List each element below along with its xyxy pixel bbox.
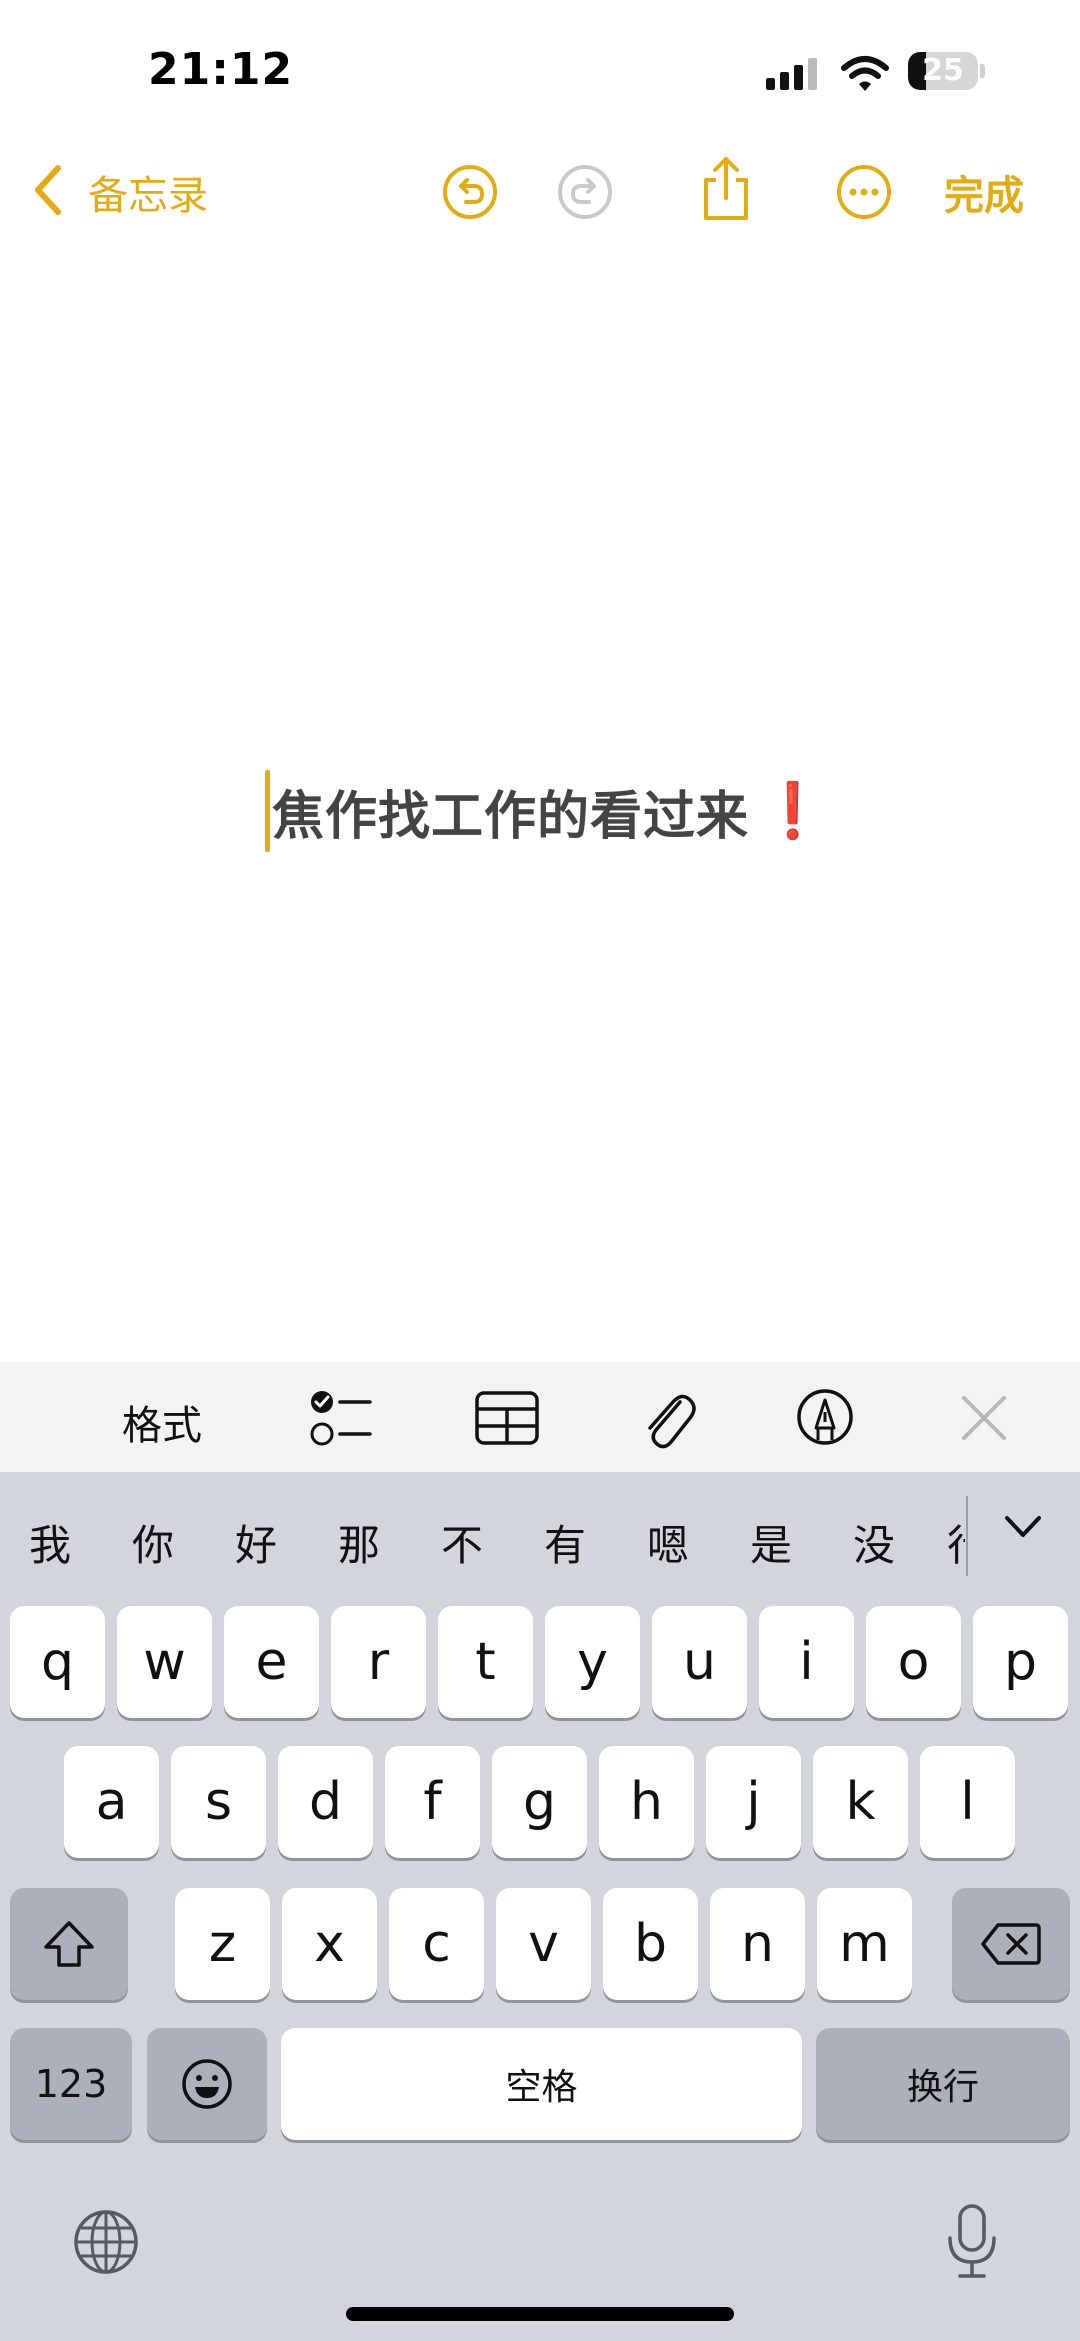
- key-g[interactable]: g: [492, 1746, 587, 1858]
- key-a[interactable]: a: [64, 1746, 159, 1858]
- key-b[interactable]: b: [603, 1888, 698, 2000]
- back-button-label[interactable]: 备忘录: [88, 163, 208, 221]
- chevron-down-icon[interactable]: [1003, 1514, 1043, 1540]
- microphone-icon[interactable]: [944, 2202, 1000, 2282]
- close-icon[interactable]: [960, 1394, 1008, 1442]
- delete-key[interactable]: [952, 1888, 1070, 2000]
- key-n[interactable]: n: [710, 1888, 805, 2000]
- exclamation-emoji: ❗: [759, 779, 827, 842]
- battery-icon: 25: [908, 52, 978, 90]
- more-icon[interactable]: [836, 164, 892, 220]
- key-h[interactable]: h: [599, 1746, 694, 1858]
- battery-level: 25: [922, 53, 964, 88]
- status-time: 21:12: [148, 44, 294, 95]
- key-j[interactable]: j: [706, 1746, 801, 1858]
- globe-icon[interactable]: [72, 2208, 140, 2276]
- shift-key[interactable]: [10, 1888, 128, 2000]
- key-x[interactable]: x: [282, 1888, 377, 2000]
- candidate-word[interactable]: 没: [844, 1512, 904, 1573]
- text-caret: [265, 770, 270, 852]
- key-e[interactable]: e: [224, 1606, 319, 1718]
- key-t[interactable]: t: [438, 1606, 533, 1718]
- candidate-word-clipped[interactable]: 行: [947, 1512, 965, 1572]
- numbers-key[interactable]: 123: [10, 2028, 132, 2140]
- wifi-icon: [841, 56, 889, 91]
- battery-cap: [980, 64, 985, 78]
- candidate-word[interactable]: 你: [123, 1512, 183, 1573]
- key-r[interactable]: r: [331, 1606, 426, 1718]
- candidate-word[interactable]: 好: [226, 1512, 286, 1573]
- paperclip-icon[interactable]: [640, 1384, 696, 1452]
- key-z[interactable]: z: [175, 1888, 270, 2000]
- key-f[interactable]: f: [385, 1746, 480, 1858]
- key-l[interactable]: l: [920, 1746, 1015, 1858]
- shift-icon: [44, 1921, 94, 1967]
- candidate-word[interactable]: 那: [329, 1512, 389, 1573]
- redo-icon[interactable]: [557, 164, 613, 220]
- return-key[interactable]: 换行: [816, 2028, 1070, 2140]
- candidate-word[interactable]: 是: [741, 1512, 801, 1573]
- key-k[interactable]: k: [813, 1746, 908, 1858]
- key-d[interactable]: d: [278, 1746, 373, 1858]
- emoji-key[interactable]: [147, 2028, 267, 2140]
- checklist-icon[interactable]: [308, 1388, 374, 1448]
- key-m[interactable]: m: [817, 1888, 912, 2000]
- undo-icon[interactable]: [442, 164, 498, 220]
- table-icon[interactable]: [474, 1390, 540, 1446]
- chevron-left-icon[interactable]: [30, 164, 64, 216]
- key-u[interactable]: u: [652, 1606, 747, 1718]
- key-o[interactable]: o: [866, 1606, 961, 1718]
- candidate-word[interactable]: 我: [20, 1512, 80, 1573]
- candidate-word[interactable]: 有: [535, 1512, 595, 1573]
- note-body[interactable]: 焦作找工作的看过来 ❗: [265, 770, 826, 852]
- key-i[interactable]: i: [759, 1606, 854, 1718]
- key-v[interactable]: v: [496, 1888, 591, 2000]
- done-button[interactable]: 完成: [944, 163, 1024, 221]
- space-key[interactable]: 空格: [281, 2028, 802, 2140]
- key-y[interactable]: y: [545, 1606, 640, 1718]
- signal-icon: [766, 58, 822, 90]
- home-indicator[interactable]: [346, 2307, 734, 2321]
- delete-icon: [981, 1923, 1041, 1965]
- key-w[interactable]: w: [117, 1606, 212, 1718]
- format-button[interactable]: 格式: [122, 1393, 202, 1451]
- candidate-word[interactable]: 不: [432, 1512, 492, 1573]
- note-text[interactable]: 焦作找工作的看过来: [272, 774, 749, 849]
- key-p[interactable]: p: [973, 1606, 1068, 1718]
- emoji-icon: [182, 2059, 232, 2109]
- candidate-word: 行: [947, 1521, 965, 1570]
- key-s[interactable]: s: [171, 1746, 266, 1858]
- candidate-word[interactable]: 嗯: [638, 1512, 698, 1573]
- key-q[interactable]: q: [10, 1606, 105, 1718]
- share-icon[interactable]: [700, 156, 752, 222]
- candidate-divider: [966, 1496, 968, 1576]
- markup-pen-icon[interactable]: [796, 1388, 854, 1446]
- key-c[interactable]: c: [389, 1888, 484, 2000]
